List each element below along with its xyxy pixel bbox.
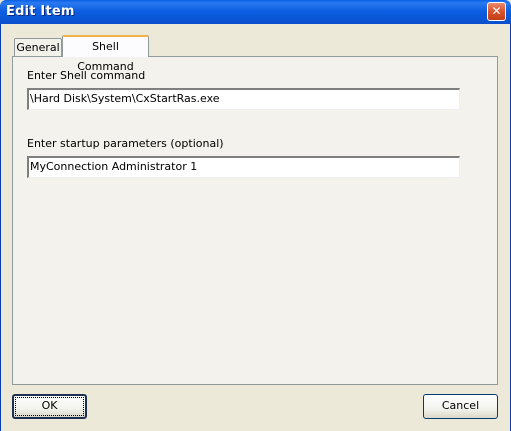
shell-command-input[interactable]: \Hard Disk\System\CxStartRas.exe: [27, 88, 460, 110]
close-icon: ✕: [491, 4, 502, 18]
window-title: Edit Item: [6, 4, 75, 19]
startup-params-label: Enter startup parameters (optional): [27, 137, 224, 150]
close-button[interactable]: ✕: [487, 2, 506, 21]
title-bar[interactable]: Edit Item ✕: [0, 0, 511, 24]
ok-button[interactable]: OK: [12, 394, 87, 419]
startup-params-input[interactable]: MyConnection Administrator 1: [27, 156, 460, 178]
cancel-button[interactable]: Cancel: [423, 394, 498, 419]
tab-panel-shell-command: Enter Shell command \Hard Disk\System\Cx…: [12, 56, 498, 385]
tab-general[interactable]: General: [14, 38, 62, 57]
edit-item-dialog: Edit Item ✕ General Shell Command Enter …: [0, 0, 511, 431]
tab-shell-command[interactable]: Shell Command: [62, 35, 149, 73]
